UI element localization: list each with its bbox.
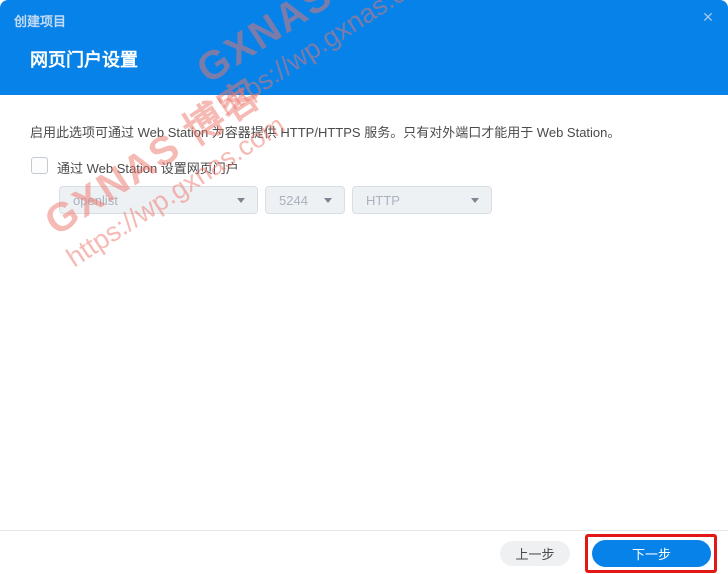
footer-divider (0, 530, 728, 531)
page-title: 网页门户设置 (30, 50, 138, 70)
container-select[interactable]: openlist (59, 186, 258, 214)
chevron-down-icon (471, 198, 479, 203)
dialog-title: 创建项目 (14, 14, 67, 29)
previous-step-button[interactable]: 上一步 (500, 541, 570, 566)
description-text: 启用此选项可通过 Web Station 为容器提供 HTTP/HTTPS 服务… (30, 125, 621, 140)
port-select[interactable]: 5244 (265, 186, 345, 214)
protocol-select-value: HTTP (366, 193, 400, 208)
create-project-dialog: 创建项目 ✕ 网页门户设置 启用此选项可通过 Web Station 为容器提供… (0, 0, 728, 574)
chevron-down-icon (324, 198, 332, 203)
web-station-checkbox-label: 通过 Web Station 设置网页门户 (57, 161, 239, 176)
port-select-value: 5244 (279, 193, 308, 208)
close-icon[interactable]: ✕ (699, 8, 717, 26)
dialog-header: 创建项目 ✕ 网页门户设置 (0, 0, 728, 95)
chevron-down-icon (237, 198, 245, 203)
protocol-select[interactable]: HTTP (352, 186, 492, 214)
web-station-checkbox[interactable] (31, 157, 48, 174)
next-step-button[interactable]: 下一步 (592, 540, 711, 567)
container-select-value: openlist (73, 193, 118, 208)
